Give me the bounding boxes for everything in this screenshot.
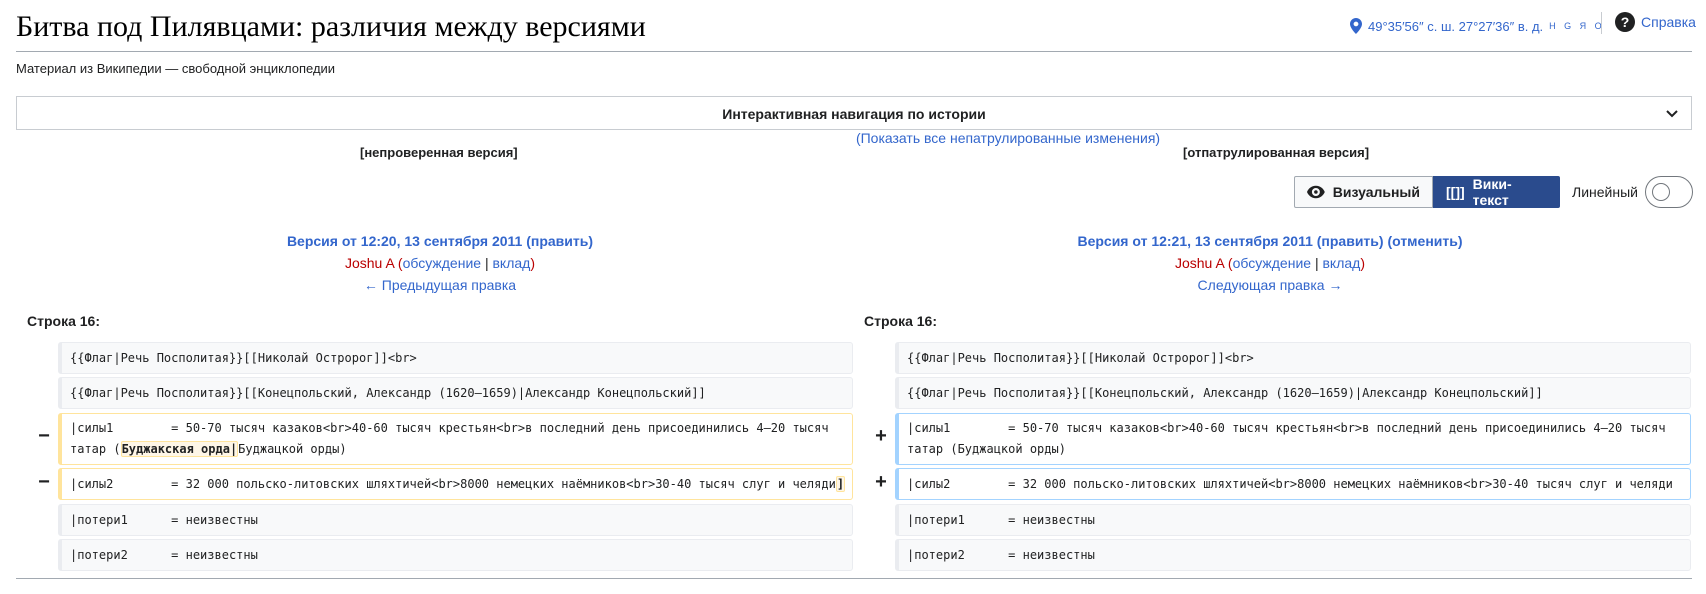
addition-marker: +: [875, 471, 887, 493]
context-line: |потери1 = неизвестны: [58, 504, 853, 536]
linear-toggle-label: Линейный: [1572, 184, 1638, 200]
help-label[interactable]: Справка: [1641, 14, 1696, 30]
page-subtitle: Материал из Википедии — свободной энцикл…: [16, 61, 336, 76]
line-number-right: Строка 16:: [864, 313, 937, 329]
added-line: |силы2 = 32 000 польско-литовских шляхти…: [895, 468, 1691, 500]
context-line: {{Флаг|Речь Посполитая}}[[Конецпольский,…: [895, 377, 1691, 409]
old-edit-link[interactable]: править: [531, 233, 588, 249]
header-separator: [1601, 12, 1602, 34]
help-link[interactable]: ? Справка: [1615, 12, 1696, 32]
deleted-text-highlight: ]: [835, 475, 846, 492]
toggle-knob: [1652, 183, 1670, 201]
eye-icon: [1307, 185, 1325, 199]
wikitext-diff-button[interactable]: [[]] Вики-текст: [1433, 176, 1560, 208]
history-navigation-title[interactable]: Интерактивная навигация по истории: [17, 106, 1691, 122]
old-contrib-link[interactable]: вклад: [492, 255, 530, 271]
help-icon: ?: [1615, 12, 1635, 32]
undo-link[interactable]: отменить: [1392, 233, 1458, 249]
old-version-link[interactable]: Версия от 12:20, 13 сентября 2011 (: [287, 233, 531, 249]
deletion-marker: −: [38, 471, 50, 493]
diff-bottom-divider: [16, 578, 1692, 579]
new-talk-link[interactable]: обсуждение: [1233, 255, 1311, 271]
next-edit-link[interactable]: Следующая правка →: [1030, 274, 1510, 296]
context-line: |потери2 = неизвестны: [58, 539, 853, 571]
line-number-left: Строка 16:: [27, 313, 100, 329]
deleted-line: |силы1 = 50-70 тысяч казаков<br>40-60 ты…: [58, 413, 853, 465]
history-navigation-panel[interactable]: Интерактивная навигация по истории: [16, 96, 1692, 130]
deleted-line: |силы2 = 32 000 польско-литовских шляхти…: [58, 468, 853, 500]
old-talk-link[interactable]: обсуждение: [403, 255, 481, 271]
context-line: |потери2 = неизвестны: [895, 539, 1691, 571]
diff-mode-toggle: Визуальный [[]] Вики-текст: [1294, 176, 1560, 208]
new-revision-header: Версия от 12:21, 13 сентября 2011 (прави…: [1030, 230, 1510, 296]
visual-diff-button[interactable]: Визуальный: [1294, 176, 1433, 208]
new-user-link[interactable]: Joshu A: [1175, 255, 1224, 271]
context-line: {{Флаг|Речь Посполитая}}[[Конецпольский,…: [58, 377, 853, 409]
coordinates-text[interactable]: 49°35′56″ с. ш. 27°27′36″ в. д.: [1368, 19, 1543, 34]
coordinates[interactable]: 49°35′56″ с. ш. 27°27′36″ в. д. H G Я O: [1350, 18, 1605, 34]
context-line: {{Флаг|Речь Посполитая}}[[Николай Острор…: [58, 342, 853, 374]
status-patrolled: [отпатрулированная версия]: [1183, 145, 1370, 160]
old-user-link[interactable]: Joshu A: [345, 255, 394, 271]
status-unverified: [непроверенная версия]: [360, 145, 518, 160]
addition-marker: +: [875, 425, 887, 447]
deletion-marker: −: [38, 425, 50, 447]
coordinate-map-links[interactable]: H G Я O: [1549, 21, 1605, 31]
title-divider: [16, 51, 1692, 52]
linear-toggle-switch[interactable]: [1645, 176, 1693, 208]
added-line: |силы1 = 50-70 тысяч казаков<br>40-60 ты…: [895, 413, 1691, 465]
chevron-down-icon[interactable]: [1665, 106, 1679, 120]
old-revision-header: Версия от 12:20, 13 сентября 2011 (прави…: [200, 230, 680, 296]
visual-label: Визуальный: [1332, 184, 1420, 200]
wikitext-icon: [[]]: [1446, 184, 1465, 200]
wikitext-label: Вики-текст: [1472, 176, 1512, 208]
previous-edit-link[interactable]: ← Предыдущая правка: [200, 274, 680, 296]
deleted-text-highlight: Буджакская орда|: [120, 441, 239, 457]
new-edit-link[interactable]: править: [1321, 233, 1378, 249]
show-unpatrolled-link[interactable]: (Показать все непатрулированные изменени…: [0, 130, 1706, 146]
page-title: Битва под Пилявцами: различия между верс…: [16, 10, 646, 43]
new-contrib-link[interactable]: вклад: [1322, 255, 1360, 271]
map-pin-icon: [1350, 18, 1362, 34]
new-version-link[interactable]: Версия от 12:21, 13 сентября 2011 (: [1077, 233, 1321, 249]
context-line: |потери1 = неизвестны: [895, 504, 1691, 536]
context-line: {{Флаг|Речь Посполитая}}[[Николай Острор…: [895, 342, 1691, 374]
